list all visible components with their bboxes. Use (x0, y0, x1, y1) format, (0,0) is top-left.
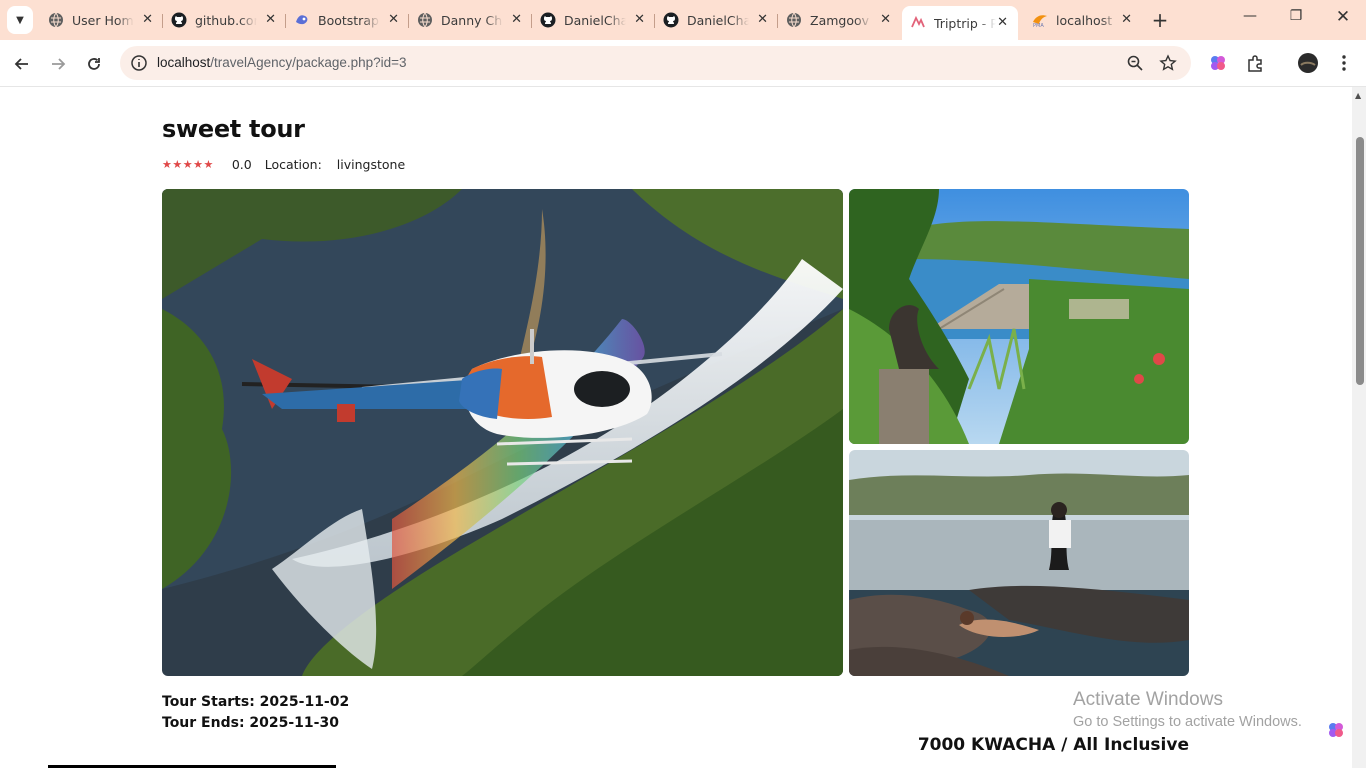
rating-value: 0.0 (231, 157, 252, 172)
close-icon[interactable]: ✕ (634, 12, 645, 27)
tab-title: github.com (195, 12, 257, 28)
package-meta: ★★★★★ 0.0 Location: livingstone (162, 157, 405, 172)
arrow-left-icon (14, 58, 28, 70)
forward-button[interactable] (46, 52, 70, 76)
close-icon: ✕ (1335, 7, 1351, 27)
gemini-icon[interactable] (1207, 52, 1229, 74)
url-host: localhost (157, 55, 211, 70)
tab-danny[interactable]: Danny Ch ✕ (409, 6, 532, 34)
tab-user-home[interactable]: User Home ✕ (40, 6, 163, 34)
watermark-line-1: Activate Windows (1073, 689, 1223, 710)
reload-button[interactable] (82, 52, 106, 76)
svg-text:PMA: PMA (1033, 23, 1044, 28)
tab-github[interactable]: github.com ✕ (163, 6, 286, 34)
tab-title: Zamgoov (810, 12, 870, 28)
phpmyadmin-icon: PMA (1032, 12, 1048, 28)
close-icon[interactable]: ✕ (265, 12, 276, 27)
url-text[interactable]: localhost/travelAgency/package.php?id=3 (157, 55, 407, 70)
back-button[interactable] (10, 52, 34, 76)
window-close-button[interactable]: ✕ (1331, 7, 1355, 27)
browser-toolbar: localhost/travelAgency/package.php?id=3 (0, 40, 1366, 87)
minimize-button[interactable]: — (1238, 8, 1262, 24)
copilot-floating-icon[interactable] (1327, 721, 1345, 739)
tab-title: DanielCha (687, 12, 749, 28)
menu-kebab-icon[interactable] (1333, 52, 1355, 74)
arrow-right-icon (52, 58, 66, 70)
triptrip-icon (910, 15, 926, 31)
github-icon (171, 12, 187, 28)
close-icon[interactable]: ✕ (997, 15, 1008, 30)
close-icon[interactable]: ✕ (757, 12, 768, 27)
address-bar[interactable]: localhost/travelAgency/package.php?id=3 (120, 46, 1191, 80)
scroll-up-icon[interactable]: ▲ (1355, 91, 1361, 100)
page-viewport: sweet tour ★★★★★ 0.0 Location: livingsto… (0, 87, 1352, 768)
tab-title: localhost (1056, 12, 1113, 28)
tab-title: User Home (72, 12, 134, 28)
tab-title: Triptrip - P (934, 15, 996, 31)
close-icon[interactable]: ✕ (511, 12, 522, 27)
zoom-icon[interactable] (1126, 54, 1144, 72)
tab-title: DanielCha (564, 12, 626, 28)
tour-start-date: Tour Starts: 2025-11-02 (162, 694, 350, 710)
windows-activation-watermark: Activate Windows Go to Settings to activ… (1073, 689, 1302, 730)
tour-dates: Tour Starts: 2025-11-02 Tour Ends: 2025-… (162, 692, 349, 734)
profile-avatar[interactable] (1297, 52, 1319, 74)
tab-github-daniel-2[interactable]: DanielCha ✕ (655, 6, 778, 34)
restore-button[interactable]: ❐ (1284, 8, 1308, 24)
location-label: Location: (264, 157, 322, 172)
close-icon[interactable]: ✕ (880, 12, 891, 27)
page-scrollbar[interactable]: ▲ (1352, 87, 1366, 768)
github-icon (663, 12, 679, 28)
tour-end-date: Tour Ends: 2025-11-30 (162, 715, 339, 731)
tab-title: Danny Ch (441, 12, 503, 28)
close-icon[interactable]: ✕ (388, 12, 399, 27)
location-value: livingstone (336, 157, 406, 172)
gallery-image-pool[interactable] (849, 450, 1189, 676)
watermark-line-2: Go to Settings to activate Windows. (1073, 714, 1302, 730)
tab-search-button[interactable]: ▼ (7, 6, 33, 34)
restore-icon: ❐ (1289, 8, 1303, 24)
bootstrap-icon (294, 12, 310, 28)
close-icon[interactable]: ✕ (1121, 12, 1132, 27)
globe-icon (48, 12, 64, 28)
gallery-image-dam[interactable] (849, 189, 1189, 444)
globe-icon (417, 12, 433, 28)
site-info-icon[interactable] (130, 54, 148, 72)
tab-github-daniel-1[interactable]: DanielCha ✕ (532, 6, 655, 34)
bookmark-star-icon[interactable] (1159, 54, 1177, 72)
plus-icon: + (1151, 8, 1169, 32)
github-icon (540, 12, 556, 28)
package-title: sweet tour (162, 115, 305, 143)
tab-zamgoov[interactable]: Zamgoov ✕ (778, 6, 901, 34)
url-path: /travelAgency/package.php?id=3 (210, 55, 407, 70)
scrollbar-thumb[interactable] (1356, 137, 1364, 385)
tab-triptrip-active[interactable]: Triptrip - P ✕ (902, 6, 1018, 40)
tab-phpmyadmin[interactable]: PMA localhost ✕ (1024, 6, 1142, 34)
chevron-down-icon: ▼ (16, 14, 24, 26)
tab-title: Bootstrap (318, 12, 379, 28)
extensions-icon[interactable] (1244, 52, 1266, 74)
rating-stars: ★★★★★ (162, 158, 214, 171)
package-price: 7000 KWACHA / All Inclusive (917, 735, 1189, 755)
tab-bar: ▼ User Home ✕ github.com ✕ Bootstrap ✕ D… (0, 0, 1366, 40)
gallery-image-main[interactable] (162, 189, 843, 676)
close-icon[interactable]: ✕ (142, 12, 153, 27)
globe-icon (786, 12, 802, 28)
tab-bootstrap[interactable]: Bootstrap ✕ (286, 6, 409, 34)
minimize-icon: — (1243, 8, 1257, 24)
reload-icon (88, 58, 100, 70)
new-tab-button[interactable]: + (1149, 9, 1171, 31)
